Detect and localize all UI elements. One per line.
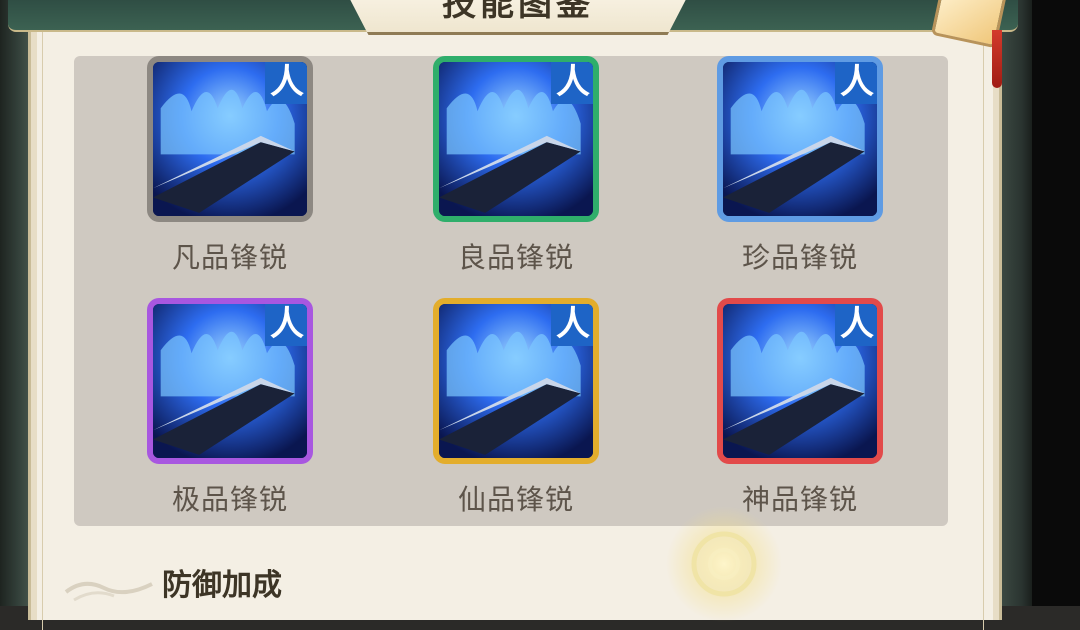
ren-tag: 人 (265, 62, 307, 104)
ren-tag: 人 (835, 304, 877, 346)
skill-label: 极品锋锐 (171, 483, 288, 516)
cloud-swirl-icon (64, 581, 153, 602)
skill-label: 珍品锋锐 (741, 241, 858, 274)
tassel-icon (992, 30, 1002, 88)
skill-icon-frame[interactable]: 人 (147, 56, 313, 222)
skill-card-shen[interactable]: 人 神品锋锐 (710, 298, 890, 528)
skill-card-fan[interactable]: 人 凡品锋锐 (140, 56, 320, 286)
skill-card-zhen[interactable]: 人 珍品锋锐 (710, 56, 890, 286)
skill-icon-frame[interactable]: 人 (433, 298, 599, 464)
skill-card-liang[interactable]: 人 良品锋锐 (426, 56, 606, 286)
skill-label: 仙品锋锐 (457, 483, 574, 516)
ren-tag: 人 (835, 62, 877, 104)
skill-icon-frame[interactable]: 人 (717, 298, 883, 464)
glow-orb-icon (666, 506, 782, 622)
ren-tag: 人 (551, 62, 593, 104)
skill-label: 凡品锋锐 (171, 241, 288, 274)
skill-icon-frame[interactable]: 人 (717, 56, 883, 222)
left-frame (0, 0, 30, 606)
right-frame (998, 0, 1032, 606)
title-plate: 技能图鉴 (340, 0, 696, 35)
section-title: 防御加成 (162, 568, 282, 603)
skill-label: 良品锋锐 (457, 241, 574, 274)
skill-card-xian[interactable]: 人 仙品锋锐 (426, 298, 606, 528)
page-title: 技能图鉴 (442, 0, 594, 24)
skill-card-ji[interactable]: 人 极品锋锐 (140, 298, 320, 528)
skill-grid: 人 凡品锋锐 人 良品锋锐 人 珍品锋锐 人 极品锋锐 人 仙品锋锐 人 神品锋… (74, 56, 948, 526)
ren-tag: 人 (265, 304, 307, 346)
skill-icon-frame[interactable]: 人 (147, 298, 313, 464)
ren-tag: 人 (551, 304, 593, 346)
skill-icon-frame[interactable]: 人 (433, 56, 599, 222)
